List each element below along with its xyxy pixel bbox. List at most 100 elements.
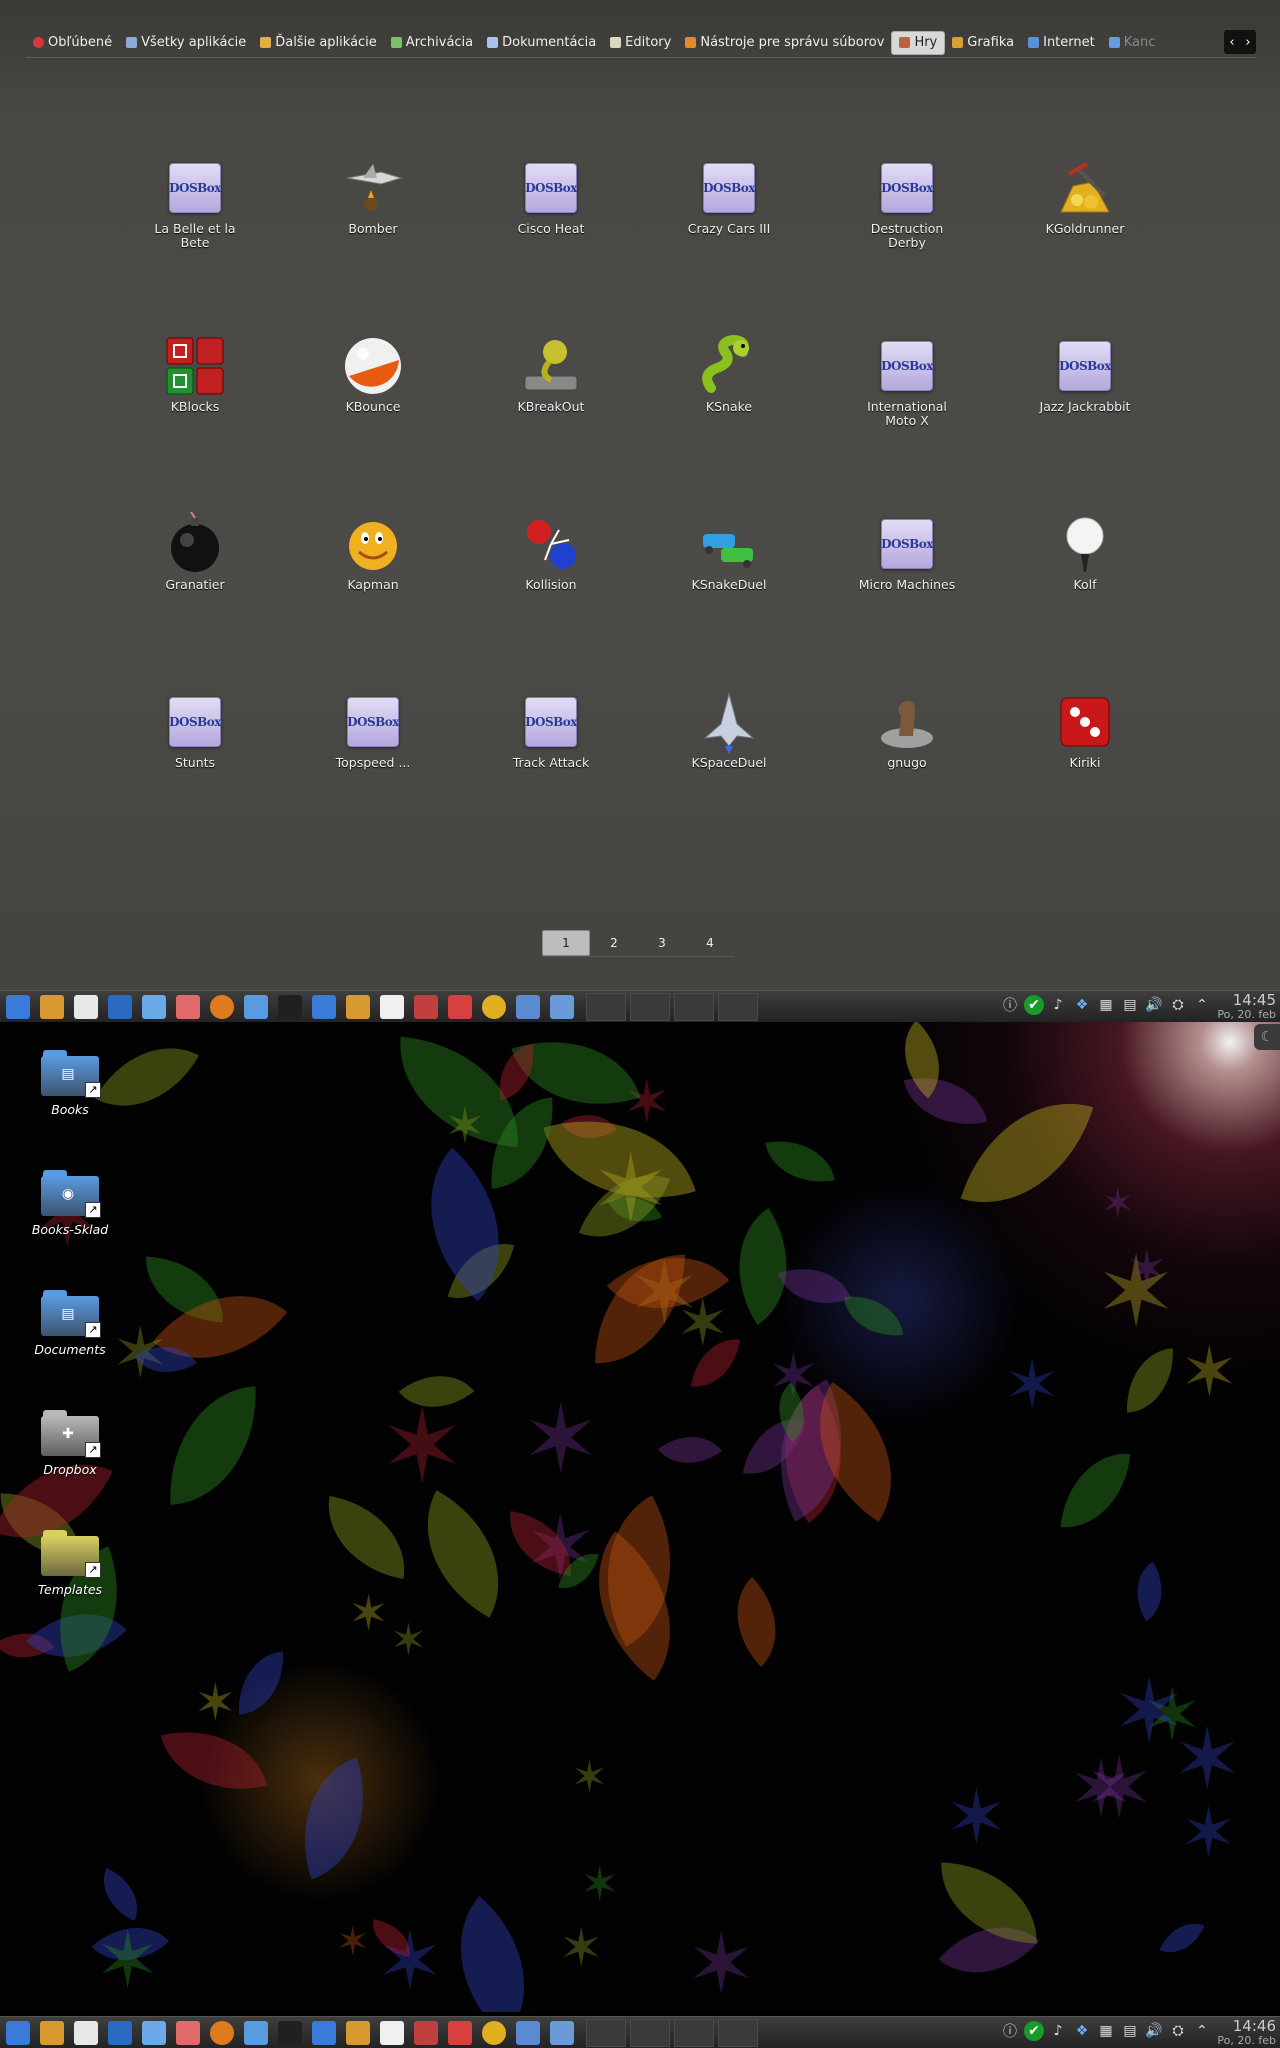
task-button[interactable] — [674, 2018, 714, 2047]
expand-tray-icon[interactable]: ⌃ — [1192, 995, 1212, 1015]
tab-file-tools[interactable]: Nástroje pre správu súborov — [678, 31, 891, 55]
digital-clock[interactable]: 14:45 Po, 20. feb — [1217, 992, 1276, 1021]
tab-more-apps[interactable]: Ďalšie aplikácie — [253, 31, 384, 55]
image-viewer-icon[interactable] — [342, 993, 374, 1021]
document-icon[interactable] — [376, 2019, 408, 2047]
desktop-toolbox-icon[interactable]: ☾ — [1254, 1024, 1280, 1050]
clipboard-icon[interactable]: ▤ — [1120, 2021, 1140, 2041]
app-launcher-item[interactable]: KBreakOut — [462, 328, 640, 506]
file-manager-icon[interactable] — [138, 993, 170, 1021]
desktop-folder-dropbox[interactable]: ✚ ↗ Dropbox — [22, 1410, 118, 1477]
desktop-folder-books-sklad[interactable]: ◉ ↗ Books-Sklad — [22, 1170, 118, 1237]
app-launcher-item[interactable]: DOSBox International Moto X — [818, 328, 996, 506]
app-launcher-item[interactable]: DOSBox Track Attack — [462, 684, 640, 862]
app-launcher-item[interactable]: DOSBox Cisco Heat — [462, 150, 640, 328]
games-icon[interactable] — [478, 993, 510, 1021]
page-button-4[interactable]: 4 — [686, 930, 734, 956]
updater-icon[interactable]: ⛭ — [1168, 995, 1188, 1015]
network-icon[interactable] — [240, 993, 272, 1021]
kde-menu-icon[interactable] — [2, 2019, 34, 2047]
task-button[interactable] — [630, 2018, 670, 2047]
monitor-icon[interactable] — [512, 993, 544, 1021]
firefox-icon[interactable] — [206, 2019, 238, 2047]
task-button[interactable] — [586, 992, 626, 1021]
tab-games[interactable]: Hry — [891, 30, 946, 55]
media-icon[interactable] — [444, 2019, 476, 2047]
app-launcher-item[interactable]: Kolf — [996, 506, 1174, 684]
dropbox-icon[interactable]: ❖ — [1072, 2021, 1092, 2041]
app-launcher-item[interactable]: KSnake — [640, 328, 818, 506]
network-icon[interactable] — [240, 2019, 272, 2047]
tab-archive[interactable]: Archivácia — [384, 31, 480, 55]
kde-menu-icon[interactable] — [2, 993, 34, 1021]
monitor-icon[interactable] — [512, 2019, 544, 2047]
volume-icon[interactable]: 🔊 — [1144, 995, 1164, 1015]
games-icon[interactable] — [478, 2019, 510, 2047]
app-launcher-item[interactable]: Kiriki — [996, 684, 1174, 862]
info-icon[interactable]: ⓘ — [1000, 2021, 1020, 2041]
tab-office[interactable]: Kanc — [1102, 31, 1163, 55]
app-launcher-item[interactable]: DOSBox Stunts — [106, 684, 284, 862]
network-icon[interactable]: ▦ — [1096, 2021, 1116, 2041]
desktop-icon[interactable] — [104, 993, 136, 1021]
app-launcher-item[interactable]: KBounce — [284, 328, 462, 506]
app-launcher-item[interactable]: DOSBox Destruction Derby — [818, 150, 996, 328]
app-launcher-item[interactable]: KGoldrunner — [996, 150, 1174, 328]
tab-heart[interactable]: Obľúbené — [26, 31, 119, 55]
mixer-icon[interactable]: ♪ — [1048, 995, 1068, 1015]
info-icon[interactable]: ⓘ — [1000, 995, 1020, 1015]
app-launcher-item[interactable]: DOSBox Micro Machines — [818, 506, 996, 684]
archive-icon[interactable] — [172, 2019, 204, 2047]
media-icon[interactable] — [444, 993, 476, 1021]
tab-graphics[interactable]: Grafika — [945, 31, 1021, 55]
chevron-left-icon[interactable]: ‹ — [1229, 35, 1234, 50]
page-button-1[interactable]: 1 — [542, 930, 590, 956]
desktop-icon[interactable] — [104, 2019, 136, 2047]
expand-tray-icon[interactable]: ⌃ — [1192, 2021, 1212, 2041]
app-launcher-item[interactable]: Kapman — [284, 506, 462, 684]
app-launcher-item[interactable]: DOSBox La Belle et la Bete — [106, 150, 284, 328]
dropbox-icon[interactable]: ❖ — [1072, 995, 1092, 1015]
archive-icon[interactable] — [172, 993, 204, 1021]
chevron-right-icon[interactable]: › — [1245, 35, 1250, 50]
app-launcher-item[interactable]: gnugo — [818, 684, 996, 862]
check-icon[interactable]: ✔ — [1024, 995, 1044, 1015]
app-launcher-item[interactable]: Kollision — [462, 506, 640, 684]
desktop-folder-templates[interactable]: ↗ Templates — [22, 1530, 118, 1597]
volume-icon[interactable]: 🔊 — [1144, 2021, 1164, 2041]
books-icon[interactable] — [410, 2019, 442, 2047]
network-icon[interactable]: ▦ — [1096, 995, 1116, 1015]
task-button[interactable] — [718, 2018, 758, 2047]
desktop-folder-documents[interactable]: ▤ ↗ Documents — [22, 1290, 118, 1357]
document-icon[interactable] — [376, 993, 408, 1021]
tab-globe[interactable]: Internet — [1021, 31, 1102, 55]
check-icon[interactable]: ✔ — [1024, 2021, 1044, 2041]
desktop-folder-books[interactable]: ▤ ↗ Books — [22, 1050, 118, 1117]
app-launcher-item[interactable]: Granatier — [106, 506, 284, 684]
image-viewer-icon[interactable] — [342, 2019, 374, 2047]
tux-icon[interactable] — [70, 2019, 102, 2047]
app-launcher-item[interactable]: DOSBox Crazy Cars III — [640, 150, 818, 328]
disk-icon[interactable] — [546, 993, 578, 1021]
app-launcher-item[interactable]: DOSBox Jazz Jackrabbit — [996, 328, 1174, 506]
task-button[interactable] — [718, 992, 758, 1021]
app-launcher-item[interactable]: KBlocks — [106, 328, 284, 506]
firefox-icon[interactable] — [206, 993, 238, 1021]
digital-clock[interactable]: 14:46 Po, 20. feb — [1217, 2018, 1276, 2047]
clipboard-icon[interactable]: ▤ — [1120, 995, 1140, 1015]
file-manager-icon[interactable] — [138, 2019, 170, 2047]
disk-icon[interactable] — [546, 2019, 578, 2047]
mixer-icon[interactable]: ♪ — [1048, 2021, 1068, 2041]
app-launcher-item[interactable]: Bomber — [284, 150, 462, 328]
app-launcher-item[interactable]: KSnakeDuel — [640, 506, 818, 684]
task-button[interactable] — [630, 992, 670, 1021]
task-button[interactable] — [586, 2018, 626, 2047]
terminal-icon[interactable] — [274, 993, 306, 1021]
app-launcher-item[interactable]: DOSBox Topspeed ... — [284, 684, 462, 862]
tab-apps[interactable]: Všetky aplikácie — [119, 31, 253, 55]
tab-editor[interactable]: Editory — [603, 31, 678, 55]
updater-icon[interactable]: ⛭ — [1168, 2021, 1188, 2041]
books-icon[interactable] — [410, 993, 442, 1021]
settings-icon[interactable] — [36, 993, 68, 1021]
app-launcher-item[interactable]: KSpaceDuel — [640, 684, 818, 862]
